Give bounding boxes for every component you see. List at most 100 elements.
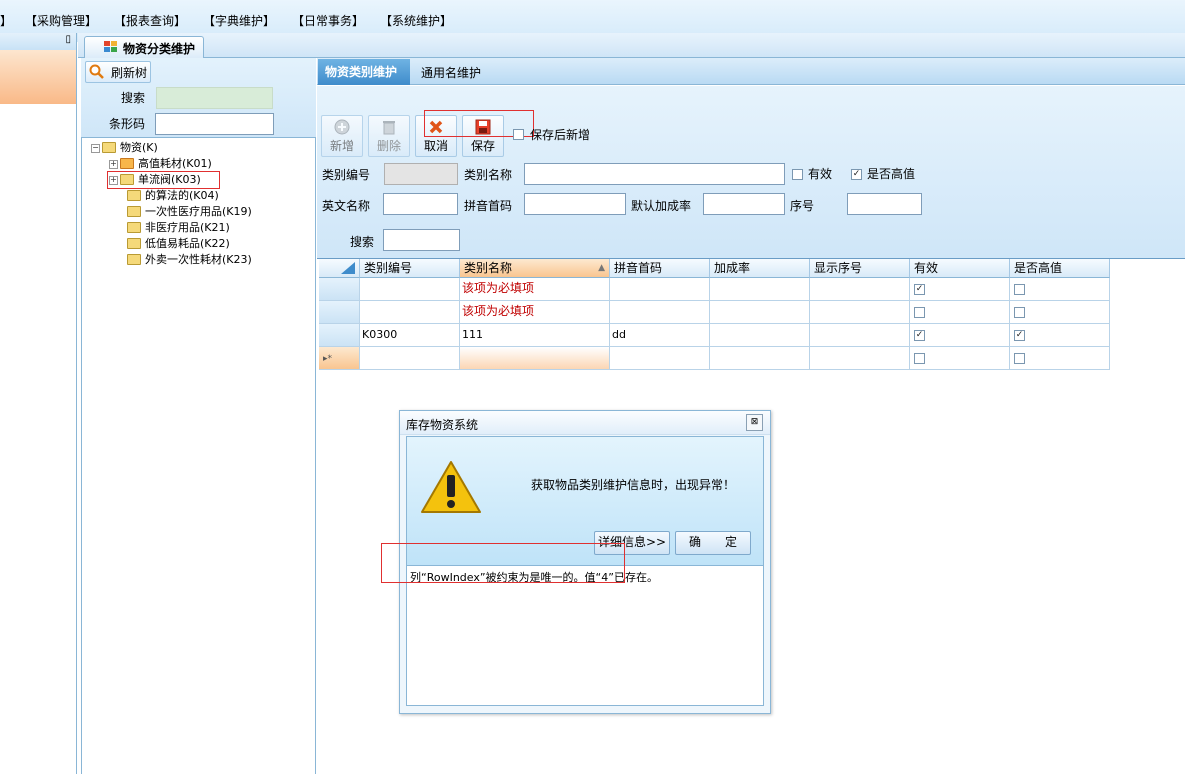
row-header[interactable]: ▸*	[319, 347, 360, 370]
table-cell-name[interactable]: 该项为必填项	[460, 301, 610, 324]
tree-node-label: 一次性医疗用品(K19)	[145, 205, 252, 218]
tree-node-k21[interactable]: 非医疗用品(K21)	[127, 220, 230, 236]
table-cell-name[interactable]: 该项为必填项	[460, 278, 610, 301]
folder-icon	[127, 189, 141, 201]
table-cell-name[interactable]	[460, 347, 610, 370]
name-input[interactable]	[524, 163, 785, 185]
collapse-icon[interactable]: −	[91, 143, 100, 153]
table-cell-valid[interactable]	[910, 347, 1010, 370]
window-icon	[104, 41, 117, 52]
table-cell-code[interactable]	[360, 347, 460, 370]
column-header-code[interactable]: 类别编号	[360, 259, 460, 278]
grid-corner[interactable]	[319, 259, 360, 278]
menu-item-daily[interactable]: 【日常事务】	[292, 12, 364, 29]
tab-label: 通用名维护	[421, 66, 482, 80]
refresh-tree-button[interactable]: 刷新树	[85, 61, 151, 83]
tree-search-label: 搜索	[121, 91, 146, 105]
menu-item-partial[interactable]: 】	[0, 12, 12, 29]
column-header-name[interactable]: 类别名称 ▲	[460, 259, 610, 278]
tree-node-root[interactable]: − 物资(K)	[91, 140, 158, 156]
valid-checkbox[interactable]	[914, 307, 925, 318]
left-nav-selected-item[interactable]	[0, 50, 76, 104]
tab-material-category[interactable]: 物资分类维护	[84, 36, 204, 58]
table-cell-pinyin[interactable]	[610, 347, 710, 370]
table-cell-valid[interactable]	[910, 301, 1010, 324]
seq-label: 序号	[790, 199, 815, 213]
table-cell-seq[interactable]	[810, 301, 910, 324]
left-nav-pane: ▯	[0, 33, 77, 774]
tab-generic-name-maintenance[interactable]: 通用名维护	[412, 60, 492, 84]
dialog-title-bar[interactable]: 库存物资系统	[400, 411, 770, 435]
table-cell-text: 111	[462, 328, 483, 341]
table-cell-markup[interactable]	[710, 347, 810, 370]
column-header-valid[interactable]: 有效	[910, 259, 1010, 278]
tree-search-input[interactable]	[156, 87, 273, 109]
tree-node-label: 低值易耗品(K22)	[145, 237, 230, 250]
tree-node-k19[interactable]: 一次性医疗用品(K19)	[127, 204, 252, 220]
row-header[interactable]	[319, 301, 360, 324]
en-name-input[interactable]	[383, 193, 458, 215]
folder-icon	[102, 141, 116, 153]
table-cell-valid[interactable]: ✓	[910, 278, 1010, 301]
table-cell-seq[interactable]	[810, 324, 910, 347]
high-value-checkbox[interactable]: ✓	[1014, 330, 1025, 341]
table-cell-markup[interactable]	[710, 278, 810, 301]
markup-input[interactable]	[703, 193, 785, 215]
table-cell-seq[interactable]	[810, 278, 910, 301]
valid-checkbox[interactable]: ✓	[914, 284, 925, 295]
valid-checkbox[interactable]	[914, 353, 925, 364]
tree-node-k22[interactable]: 低值易耗品(K22)	[127, 236, 230, 252]
table-cell-name[interactable]: 111	[460, 324, 610, 347]
menu-item-reports[interactable]: 【报表查询】	[114, 12, 186, 29]
high-value-checkbox[interactable]	[1014, 284, 1025, 295]
save-then-new-label: 保存后新增	[530, 128, 591, 142]
table-cell-markup[interactable]	[710, 301, 810, 324]
save-then-new-checkbox[interactable]	[513, 129, 524, 140]
table-cell-code[interactable]	[360, 301, 460, 324]
tree-node-k23[interactable]: 外卖一次性耗材(K23)	[127, 252, 252, 268]
new-row-marker: ▸*	[323, 354, 333, 364]
menu-item-system[interactable]: 【系统维护】	[380, 12, 452, 29]
expand-icon[interactable]: +	[109, 159, 118, 169]
add-label: 新增	[329, 139, 354, 153]
row-header[interactable]	[319, 324, 360, 347]
tab-category-maintenance[interactable]: 物资类别维护	[318, 59, 410, 85]
column-header-markup[interactable]: 加成率	[710, 259, 810, 278]
table-cell-markup[interactable]	[710, 324, 810, 347]
menu-item-purchase[interactable]: 【采购管理】	[25, 12, 97, 29]
valid-checkbox[interactable]: ✓	[914, 330, 925, 341]
grid-search-input[interactable]	[383, 229, 460, 251]
table-cell-code[interactable]	[360, 278, 460, 301]
table-cell-high[interactable]	[1010, 278, 1110, 301]
table-cell-seq[interactable]	[810, 347, 910, 370]
column-header-pinyin[interactable]: 拼音首码	[610, 259, 710, 278]
barcode-input[interactable]	[155, 113, 274, 135]
high-value-checkbox[interactable]: ✓	[851, 169, 862, 180]
high-value-checkbox[interactable]	[1014, 307, 1025, 318]
column-header-high-value[interactable]: 是否高值	[1010, 259, 1110, 278]
table-cell-high[interactable]: ✓	[1010, 324, 1110, 347]
table-cell-pinyin[interactable]	[610, 278, 710, 301]
table-cell-valid[interactable]: ✓	[910, 324, 1010, 347]
pinyin-input[interactable]	[524, 193, 626, 215]
table-cell-text: 该项为必填项	[462, 281, 535, 295]
table-cell-high[interactable]	[1010, 347, 1110, 370]
row-header[interactable]	[319, 278, 360, 301]
column-header-seq[interactable]: 显示序号	[810, 259, 910, 278]
table-cell-high[interactable]	[1010, 301, 1110, 324]
table-cell-code[interactable]: K0300	[360, 324, 460, 347]
tree-node-k01[interactable]: + 高值耗材(K01)	[109, 156, 212, 172]
ok-button[interactable]: 确 定	[675, 531, 751, 555]
add-button[interactable]: 新增	[321, 115, 363, 157]
menu-item-dictionary[interactable]: 【字典维护】	[203, 12, 275, 29]
valid-checkbox[interactable]	[792, 169, 803, 180]
table-cell-pinyin[interactable]	[610, 301, 710, 324]
table-cell-pinyin[interactable]: dd	[610, 324, 710, 347]
close-icon[interactable]: ⊠	[746, 414, 763, 431]
pin-icon[interactable]: ▯	[65, 34, 71, 45]
seq-input[interactable]	[847, 193, 922, 215]
tree-node-label: 非医疗用品(K21)	[145, 221, 230, 234]
tree-node-k04[interactable]: 的算法的(K04)	[127, 188, 219, 204]
delete-button[interactable]: 删除	[368, 115, 410, 157]
high-value-checkbox[interactable]	[1014, 353, 1025, 364]
